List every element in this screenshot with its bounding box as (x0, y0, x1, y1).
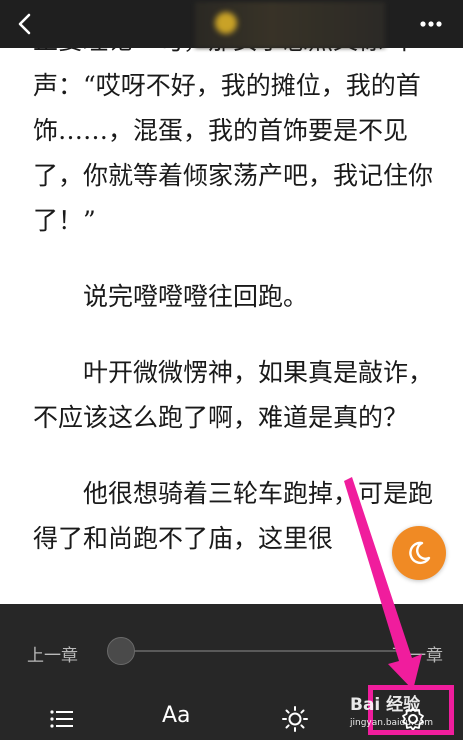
more-horizontal-icon (420, 21, 442, 27)
paragraph: 他很想骑着三轮车跑掉，可是跑得了和尚跑不了庙，这里很 (33, 479, 434, 553)
paragraph: 说完噔噔噔往回跑。 (83, 282, 309, 311)
chevron-left-icon (18, 13, 31, 35)
toc-button[interactable] (47, 704, 77, 734)
font-size-button[interactable]: Aa (162, 703, 202, 733)
paragraph: 叶开微微愣神，如果真是敲诈，不应该这么跑了啊，难道是真的？ (33, 358, 434, 432)
watermark-sub: jingyan.baidu.com (350, 718, 434, 728)
brightness-button[interactable] (280, 704, 310, 734)
more-button[interactable] (417, 10, 445, 38)
back-button[interactable] (12, 10, 40, 38)
moon-icon (409, 541, 431, 565)
paragraph: 正要理论一句，那女子忽然又惊叫一声：“哎呀不好，我的摊位，我的首饰……，混蛋，我… (33, 26, 434, 235)
blurred-avatar (215, 12, 237, 34)
watermark-main: Bai 经验 (350, 695, 421, 715)
night-mode-button[interactable] (392, 526, 446, 580)
reading-text: 正要理论一句，那女子忽然又惊叫一声：“哎呀不好，我的摊位，我的首饰……，混蛋，我… (33, 18, 443, 592)
progress-slider-track[interactable] (110, 650, 404, 652)
top-bar (0, 0, 463, 48)
progress-slider-thumb[interactable] (107, 637, 135, 665)
sun-icon (282, 706, 308, 732)
next-chapter-button[interactable]: 下一章 (392, 641, 443, 666)
list-icon (50, 710, 73, 728)
prev-chapter-button[interactable]: 上一章 (27, 641, 78, 666)
